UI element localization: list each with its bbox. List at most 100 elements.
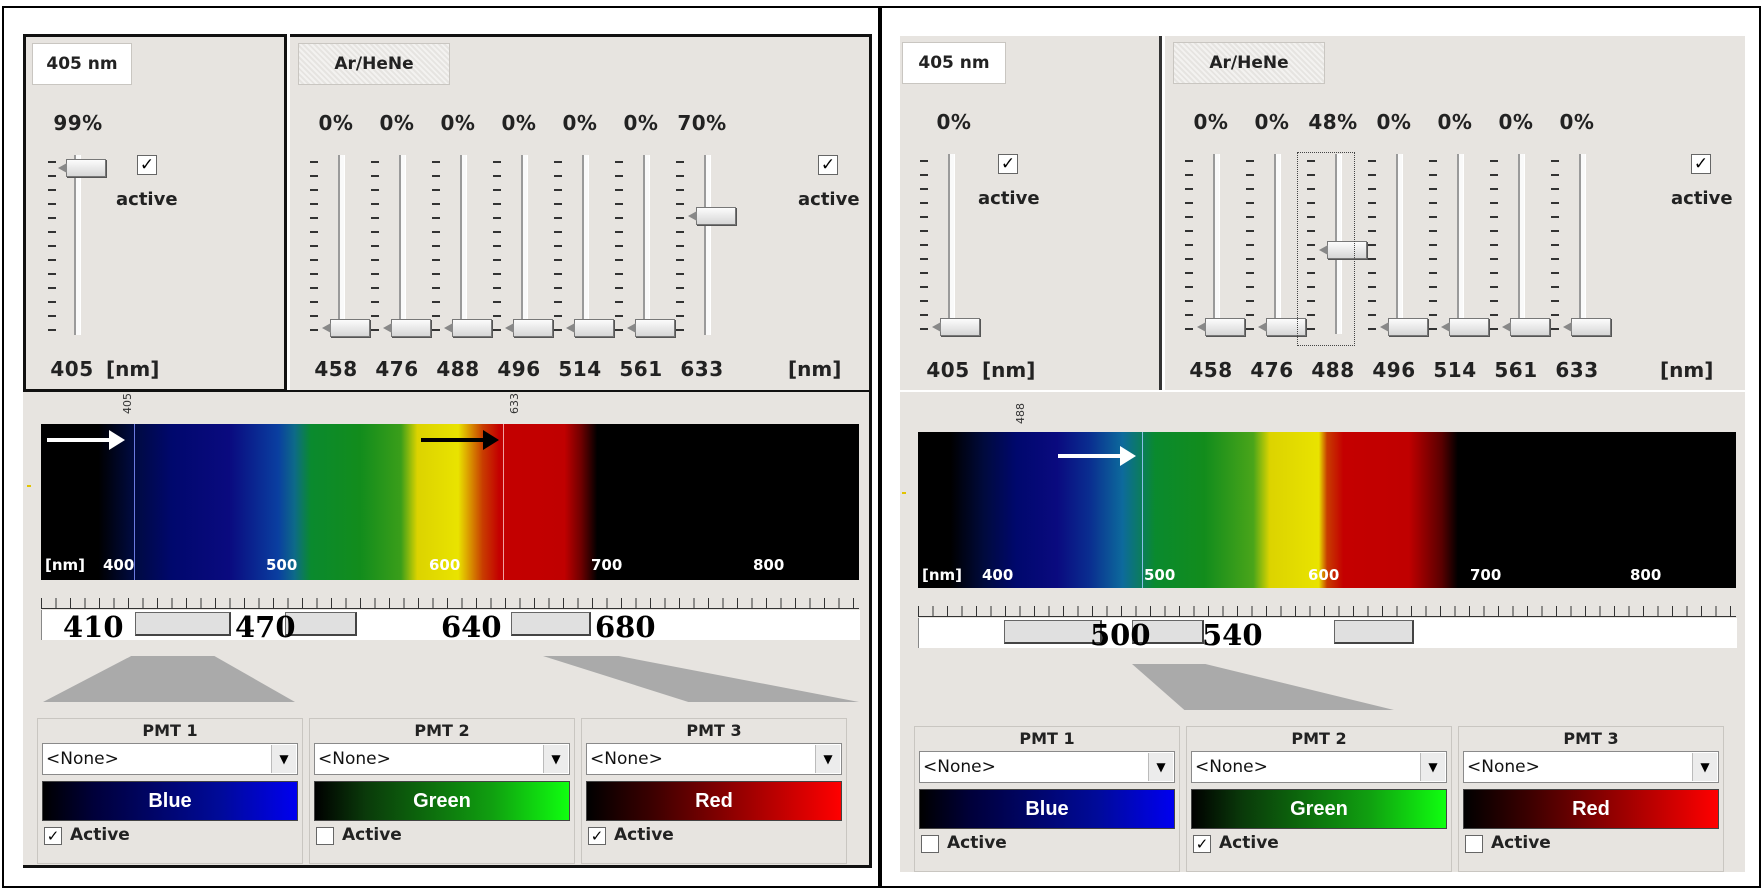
left-405-wavelength: 405 [50,357,94,381]
left-arhene-slider-thumb-514[interactable] [566,319,614,337]
left-arhene-ticks-633 [676,161,684,331]
right-arhene-slider-thumb-561[interactable] [1502,318,1550,336]
left-pmt-1-title: PMT 1 [142,721,198,740]
right-pmt-2-dropdown-value: <None> [1195,757,1268,777]
left-arhene-wavelength-496: 496 [497,357,541,381]
right-pmt-2-active-checkbox[interactable]: ✓ [1193,835,1211,853]
right-pmt-1-color-button[interactable]: Blue [919,789,1175,829]
right-405-track [948,154,955,334]
right-tab-405[interactable]: 405 nm [902,42,1006,84]
left-pmt-1-dropdown[interactable]: <None> ▼ [42,743,298,775]
left-band-label-680: 680 [595,610,656,644]
left-spectrum-label-800: 800 [753,556,785,574]
right-arhene-ticks-496 [1368,160,1376,330]
left-arhene-slider-thumb-476[interactable] [383,319,431,337]
right-arhene-slider-thumb-514[interactable] [1441,318,1489,336]
left-arhene-slider-thumb-458[interactable] [322,319,370,337]
left-405-active-checkbox[interactable]: ✓ [137,155,157,175]
left-pmt-2-color-button[interactable]: Green [314,781,570,821]
right-pmt-2-dropdown[interactable]: <None> ▼ [1191,751,1447,783]
left-arhene-active-checkbox[interactable]: ✓ [818,155,838,175]
right-tab-arhene[interactable]: Ar/HeNe [1173,42,1325,84]
left-pmt-3-color-button[interactable]: Red [586,781,842,821]
right-pmt-1-dropdown[interactable]: <None> ▼ [919,751,1175,783]
right-spectrum-unit: [nm] [922,566,963,584]
right-spectrum-bar[interactable]: [nm] 400 500 600 700 800 [918,432,1736,588]
left-marker-line-633 [503,424,504,580]
left-arhene-percent-488: 0% [440,111,476,135]
right-405-active-checkbox[interactable]: ✓ [998,154,1018,174]
left-spectrum-unit: [nm] [45,556,86,574]
right-band-label-500: 500 [1090,618,1151,652]
right-detection-panel: 488 [nm] 400 500 600 700 800 500 540 PMT… [900,392,1745,872]
chevron-down-icon[interactable]: ▼ [543,745,568,773]
left-band-slider-3[interactable] [511,612,591,636]
left-arhene-track-561 [643,155,650,335]
left-arhene-slider-thumb-633[interactable] [688,207,736,225]
chevron-down-icon[interactable]: ▼ [1692,753,1717,781]
right-arhene-slider-thumb-633[interactable] [1563,318,1611,336]
right-405-percent: 0% [936,110,972,134]
right-arhene-wavelength-514: 514 [1433,358,1477,382]
left-arhene-percent-514: 0% [562,111,598,135]
right-band-slider-1[interactable] [1004,620,1102,644]
right-pmt-2-title: PMT 2 [1291,729,1347,748]
right-arhene-wavelength-561: 561 [1494,358,1538,382]
left-405-track [74,155,81,335]
right-pmt-3-dropdown[interactable]: <None> ▼ [1463,751,1719,783]
right-405-slider-thumb[interactable] [932,318,980,336]
left-arhene-ticks-476 [371,161,379,331]
left-detection-panel: 405 633 [nm] 400 500 600 700 800 410 470… [23,390,872,868]
right-arhene-percent-561: 0% [1498,110,1534,134]
right-405-ticks [920,160,928,330]
right-arhene-slider-thumb-458[interactable] [1197,318,1245,336]
left-pmt-2-dropdown[interactable]: <None> ▼ [314,743,570,775]
right-arhene-slider-thumb-496[interactable] [1380,318,1428,336]
right-arhene-unit: [nm] [1660,358,1714,382]
left-pmt-3-active-label: Active [614,825,674,845]
right-pmt-3-dropdown-value: <None> [1467,757,1540,777]
chevron-down-icon[interactable]: ▼ [1148,753,1173,781]
right-arhene-ticks-514 [1429,160,1437,330]
left-band-label-640: 640 [441,610,502,644]
left-arhene-track-458 [338,155,345,335]
chevron-down-icon[interactable]: ▼ [815,745,840,773]
left-pmt-3-dropdown[interactable]: <None> ▼ [586,743,842,775]
right-band-slider-3[interactable] [1334,620,1414,644]
left-arhene-slider-thumb-496[interactable] [505,319,553,337]
right-spectrum-label-700: 700 [1470,566,1502,584]
left-pmt-2-active-checkbox[interactable] [316,827,334,845]
right-arhene-ticks-633 [1551,160,1559,330]
left-spectrum-bar[interactable]: [nm] 400 500 600 700 800 [41,424,859,580]
right-arhene-active-checkbox[interactable]: ✓ [1691,154,1711,174]
left-pmt-1-color-button[interactable]: Blue [42,781,298,821]
left-pmt-2-active-label: Active [342,825,402,845]
left-pmt-2-title: PMT 2 [414,721,470,740]
chevron-down-icon[interactable]: ▼ [271,745,296,773]
left-405-slider-thumb[interactable] [58,159,106,177]
right-pmt-3-color-button[interactable]: Red [1463,789,1719,829]
left-arhene-slider-thumb-488[interactable] [444,319,492,337]
left-band-slider-1[interactable] [135,612,231,636]
left-pmt-1-active-checkbox[interactable]: ✓ [44,827,62,845]
right-pmt-3-active-label: Active [1491,833,1551,853]
right-spectrum-label-600: 600 [1308,566,1340,584]
left-arhene-slider-thumb-561[interactable] [627,319,675,337]
right-405-unit: [nm] [982,358,1036,382]
right-arhene-track-496 [1396,154,1403,334]
right-pmt-3-active-checkbox[interactable] [1465,835,1483,853]
left-arhene-wavelength-514: 514 [558,357,602,381]
left-figure: 405 nm 99% ✓ active 405 [nm] Ar/HeNe ✓ a… [2,6,880,888]
right-pmt-1-active-checkbox[interactable] [921,835,939,853]
right-arhene-track-514 [1457,154,1464,334]
left-wavelength-ruler [41,590,859,609]
left-pmt-3-active-checkbox[interactable]: ✓ [588,827,606,845]
left-tab-arhene[interactable]: Ar/HeNe [298,43,450,85]
right-white-arrow [1058,446,1136,466]
left-arhene-track-476 [399,155,406,335]
right-pmt-2-color-button[interactable]: Green [1191,789,1447,829]
left-tab-405[interactable]: 405 nm [32,43,132,85]
chevron-down-icon[interactable]: ▼ [1420,753,1445,781]
left-spectrum-label-700: 700 [591,556,623,574]
left-band-slider-2[interactable] [285,612,357,636]
